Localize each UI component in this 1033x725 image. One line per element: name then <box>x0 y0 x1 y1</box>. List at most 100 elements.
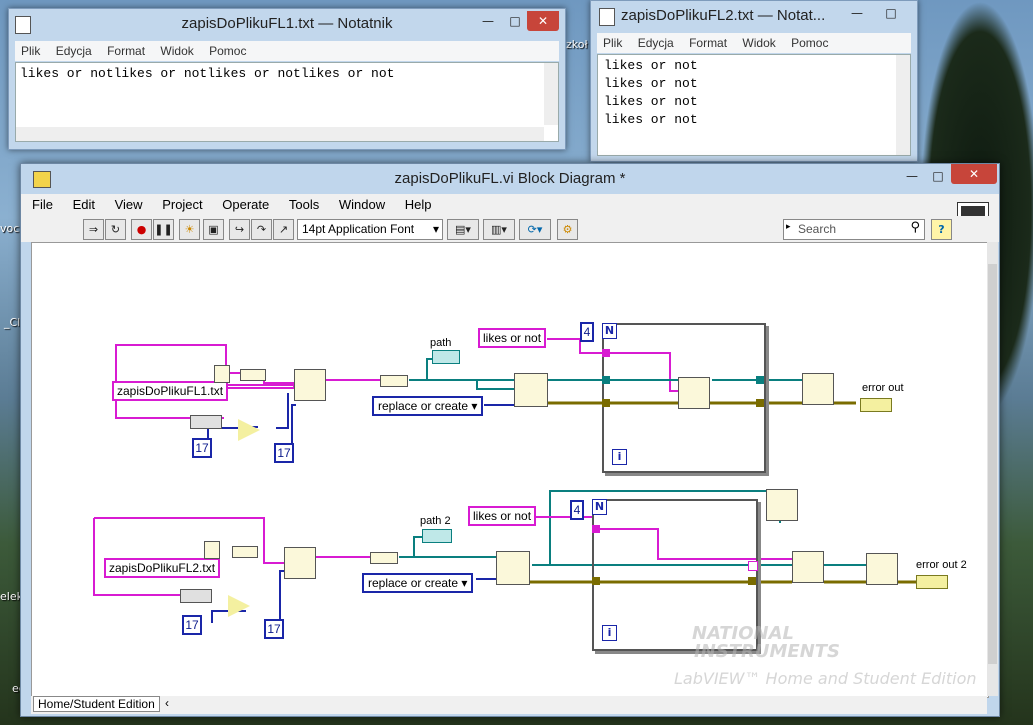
numeric-constant[interactable]: 17 <box>264 619 284 639</box>
loop-count-terminal[interactable]: N <box>602 323 617 339</box>
search-box[interactable]: ▸ Search ⚲ <box>783 219 925 240</box>
pause-icon[interactable]: ❚❚ <box>153 219 174 240</box>
search-input[interactable]: Search <box>798 222 836 236</box>
write-to-text-file-icon[interactable] <box>792 551 824 583</box>
path-to-string-icon[interactable] <box>240 369 266 381</box>
operation-enum[interactable]: replace or create ▾ <box>362 573 474 593</box>
reorder-icon[interactable]: ⟳▾ <box>519 219 551 240</box>
menu-tools[interactable]: Tools <box>289 197 319 212</box>
align-objects-icon[interactable]: ▤▾ <box>447 219 479 240</box>
menu-plik[interactable]: Plik <box>603 36 622 50</box>
horizontal-scrollbar[interactable] <box>16 127 544 141</box>
distribute-objects-icon[interactable]: ▥▾ <box>483 219 515 240</box>
vertical-scrollbar[interactable] <box>896 55 910 155</box>
menu-operate[interactable]: Operate <box>222 197 269 212</box>
loop-iteration-terminal[interactable]: i <box>612 449 627 465</box>
subtract-icon[interactable] <box>228 595 250 617</box>
menu-project[interactable]: Project <box>162 197 202 212</box>
loop-count-constant[interactable]: 4 <box>570 500 584 520</box>
file-name-constant[interactable]: zapisDoPlikuFL1.txt <box>112 381 229 401</box>
default-data-directory-icon[interactable] <box>204 541 220 559</box>
write-to-text-file-icon[interactable] <box>678 377 710 409</box>
labview-block-diagram-window[interactable]: zapisDoPlikuFL.vi Block Diagram * — □ ✕ … <box>20 163 1000 717</box>
subtract-icon[interactable] <box>238 419 260 441</box>
highlight-execution-icon[interactable]: ☀ <box>179 219 200 240</box>
font-selector[interactable]: 14pt Application Font ▾ <box>297 219 443 240</box>
abort-icon[interactable]: ● <box>131 219 152 240</box>
vertical-scrollbar[interactable] <box>544 63 558 125</box>
string-length-icon[interactable] <box>180 589 212 603</box>
text-editor[interactable]: likes or notlikes or notlikes or notlike… <box>15 62 559 142</box>
menu-edycja[interactable]: Edycja <box>56 44 92 58</box>
vertical-scrollbar[interactable] <box>987 242 998 696</box>
search-icon[interactable]: ⚲ <box>910 220 920 235</box>
menu-plik[interactable]: Plik <box>21 44 40 58</box>
search-scope-icon[interactable]: ▸ <box>786 222 791 232</box>
path-indicator[interactable] <box>432 350 460 364</box>
error-out-indicator[interactable] <box>860 398 892 412</box>
maximize-button[interactable]: □ <box>925 166 951 186</box>
open-create-replace-file-icon[interactable] <box>496 551 530 585</box>
menu-pomoc[interactable]: Pomoc <box>209 44 246 58</box>
menu-format[interactable]: Format <box>689 36 727 50</box>
menu-widok[interactable]: Widok <box>160 44 193 58</box>
maximize-button[interactable]: □ <box>873 3 909 23</box>
menu-edycja[interactable]: Edycja <box>638 36 674 50</box>
minimize-button[interactable]: — <box>843 3 871 23</box>
menu-window[interactable]: Window <box>339 197 385 212</box>
string-length-icon[interactable] <box>190 415 222 429</box>
string-to-path-icon[interactable] <box>380 375 408 387</box>
menu-file[interactable]: File <box>32 197 53 212</box>
loop-count-terminal[interactable]: N <box>592 499 607 515</box>
operation-enum[interactable]: replace or create ▾ <box>372 396 484 416</box>
run-continuously-icon[interactable]: ↻ <box>105 219 126 240</box>
menu-pomoc[interactable]: Pomoc <box>791 36 828 50</box>
text-editor[interactable]: likes or not likes or not likes or not l… <box>597 54 911 156</box>
close-button[interactable]: ✕ <box>951 164 997 184</box>
retain-wire-values-icon[interactable]: ▣ <box>203 219 224 240</box>
step-into-icon[interactable]: ↪ <box>229 219 250 240</box>
loop-iteration-terminal[interactable]: i <box>602 625 617 641</box>
string-constant[interactable]: likes or not <box>468 506 537 526</box>
step-out-icon[interactable]: ↗ <box>273 219 294 240</box>
string-constant[interactable]: likes or not <box>478 328 547 348</box>
minimize-button[interactable]: — <box>475 11 501 31</box>
notepad-window-1[interactable]: zapisDoPlikuFL1.txt — Notatnik — □ ✕ Pli… <box>8 8 566 150</box>
string-to-path-icon[interactable] <box>370 552 398 564</box>
close-file-icon[interactable] <box>866 553 898 585</box>
numeric-constant[interactable]: 17 <box>192 438 212 458</box>
clean-up-diagram-icon[interactable]: ⚙ <box>557 219 578 240</box>
close-file-icon[interactable] <box>802 373 834 405</box>
notepad-window-2[interactable]: zapisDoPlikuFL2.txt — Notat... — □ Plik … <box>590 0 918 162</box>
file-name-constant[interactable]: zapisDoPlikuFL2.txt <box>104 558 221 578</box>
menu-help[interactable]: Help <box>405 197 432 212</box>
step-over-icon[interactable]: ↷ <box>251 219 272 240</box>
error-out-indicator[interactable] <box>916 575 948 589</box>
menu-widok[interactable]: Widok <box>742 36 775 50</box>
scrollbar-thumb[interactable] <box>988 264 997 664</box>
menu-edit[interactable]: Edit <box>73 197 95 212</box>
desktop-icon-label[interactable]: zkoł <box>566 38 588 51</box>
build-path-icon[interactable] <box>284 547 316 579</box>
close-button[interactable]: ✕ <box>527 11 559 31</box>
minimize-button[interactable]: — <box>899 166 925 186</box>
default-data-directory-icon[interactable] <box>214 365 230 383</box>
end-of-line-constant-icon[interactable] <box>766 489 798 521</box>
loop-count-constant[interactable]: 4 <box>580 322 594 342</box>
build-path-icon[interactable] <box>294 369 326 401</box>
path-to-string-icon[interactable] <box>232 546 258 558</box>
block-diagram-canvas[interactable]: zapisDoPlikuFL1.txt 17 17 path replace o… <box>31 242 989 698</box>
open-create-replace-file-icon[interactable] <box>514 373 548 407</box>
desktop-icon-label[interactable]: voc <box>0 222 19 235</box>
numeric-constant[interactable]: 17 <box>182 615 202 635</box>
maximize-button[interactable]: □ <box>503 11 527 31</box>
run-icon[interactable]: ⇒ <box>83 219 104 240</box>
desktop-icon-label[interactable]: _Cl <box>4 316 20 329</box>
help-icon[interactable]: ? <box>931 219 952 240</box>
path-indicator[interactable] <box>422 529 452 543</box>
scroll-left-icon[interactable]: ‹ <box>165 696 169 710</box>
menu-bar: File Edit View Project Operate Tools Win… <box>21 194 999 216</box>
menu-view[interactable]: View <box>115 197 143 212</box>
menu-format[interactable]: Format <box>107 44 145 58</box>
numeric-constant[interactable]: 17 <box>274 443 294 463</box>
